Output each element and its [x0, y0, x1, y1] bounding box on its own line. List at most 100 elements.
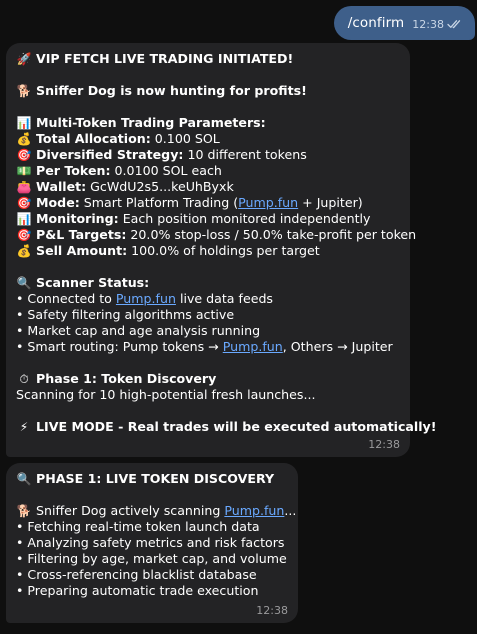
message-line: • Analyzing safety metrics and risk fact…	[16, 535, 288, 551]
message-line: 💰 Total Allocation: 0.100 SOL	[16, 131, 400, 147]
message-line: 🎯 Mode: Smart Platform Trading (Pump.fun …	[16, 195, 400, 211]
incoming-message[interactable]: 🔍 PHASE 1: LIVE TOKEN DISCOVERY 🐕 Sniffer D…	[6, 463, 298, 623]
pump-fun-link[interactable]: Pump.fun	[223, 339, 283, 354]
line-text: ...	[284, 503, 297, 518]
line-text: • Safety filtering algorithms active	[16, 307, 235, 322]
message-line: ⚡ LIVE MODE - Real trades will be execute…	[16, 419, 437, 435]
message-time: 12:38	[256, 604, 288, 617]
line-text: • Smart routing: Pump tokens →	[16, 339, 223, 354]
pump-fun-link[interactable]: Pump.fun	[116, 291, 176, 306]
message-time: 12:38	[368, 438, 400, 451]
rocket-icon: 🚀	[16, 52, 32, 66]
message-line: • Smart routing: Pump tokens → Pump.fun,…	[16, 339, 400, 355]
wallet-icon: 👛	[16, 180, 32, 194]
message-line: • Safety filtering algorithms active	[16, 307, 400, 323]
bold-text: PHASE 1: LIVE TOKEN DISCOVERY	[36, 471, 275, 486]
message-line: • Preparing automatic trade execution	[16, 583, 288, 599]
line-text: 10 different tokens	[183, 147, 307, 162]
bold-text: Total Allocation:	[36, 131, 151, 146]
message-line: 🎯 P&L Targets: 20.0% stop-loss / 50.0% ta…	[16, 227, 417, 243]
message-line: 🎯 Diversified Strategy: 10 different toke…	[16, 147, 400, 163]
message-line: 💵 Per Token: 0.0100 SOL each	[16, 163, 400, 179]
line-text: live data feeds	[175, 291, 273, 306]
bold-text: LIVE MODE - Real trades will be executed…	[36, 419, 437, 434]
message-line: • Market cap and age analysis running	[16, 323, 400, 339]
message-body: 🔍 PHASE 1: LIVE TOKEN DISCOVERY 🐕 Sniffer D…	[16, 471, 297, 599]
message-meta: 12:38	[412, 18, 463, 31]
bold-text: Wallet:	[36, 179, 87, 194]
target-icon: 🎯	[16, 148, 32, 162]
message-line: • Cross-referencing blacklist database	[16, 567, 288, 583]
line-text: • Fetching real-time token launch data	[16, 519, 260, 534]
pump-fun-link[interactable]: Pump.fun	[224, 503, 284, 518]
line-text: Sniffer Dog actively scanning	[36, 503, 225, 518]
line-text: 0.100 SOL	[150, 131, 220, 146]
message-line: 🐕 Sniffer Dog actively scanning Pump.fun.…	[16, 503, 297, 519]
outgoing-message[interactable]: /confirm 12:38	[333, 6, 475, 40]
bold-text: Monitoring:	[36, 211, 119, 226]
line-text: • Preparing automatic trade execution	[16, 583, 259, 598]
outgoing-message-text: /confirm	[347, 15, 405, 31]
magnifier-icon: 🔍	[16, 276, 32, 290]
double-check-icon	[447, 20, 461, 29]
incoming-message[interactable]: 🚀 VIP FETCH LIVE TRADING INITIATED! 🐕 Sniff…	[6, 43, 437, 457]
line-text: + Jupiter)	[298, 195, 363, 210]
target-icon: 🎯	[16, 196, 32, 210]
dog-icon: 🐕	[16, 84, 32, 98]
line-text: 20.0% stop-loss / 50.0% take-profit per …	[126, 227, 417, 242]
bold-text: Multi-Token Trading Parameters:	[36, 115, 266, 130]
message-line: • Fetching real-time token launch data	[16, 519, 288, 535]
bold-text: VIP FETCH LIVE TRADING INITIATED!	[36, 51, 294, 66]
message-line: 👛 Wallet: GcWdU2s5...keUhByxk	[16, 179, 400, 195]
line-text: • Cross-referencing blacklist database	[16, 567, 257, 582]
line-text: • Market cap and age analysis running	[16, 323, 261, 338]
message-line: 📊 Multi-Token Trading Parameters:	[16, 115, 400, 131]
message-line: • Connected to Pump.fun live data feeds	[16, 291, 400, 307]
message-line: 💰 Sell Amount: 100.0% of holdings per tar…	[16, 243, 400, 259]
pump-fun-link[interactable]: Pump.fun	[238, 195, 298, 210]
bold-text: Diversified Strategy:	[36, 147, 184, 162]
line-text: , Others → Jupiter	[282, 339, 393, 354]
money-bag-icon: 💰	[16, 132, 32, 146]
message-line: 🐕 Sniffer Dog is now hunting for profits!	[16, 83, 400, 99]
dog-icon: 🐕	[16, 504, 32, 518]
message-body: 🚀 VIP FETCH LIVE TRADING INITIATED! 🐕 Sniff…	[16, 51, 437, 435]
message-line: 📊 Monitoring: Each position monitored ind…	[16, 211, 400, 227]
message-line: 🔍 PHASE 1: LIVE TOKEN DISCOVERY	[16, 471, 288, 487]
line-text: • Connected to	[16, 291, 116, 306]
message-time: 12:38	[412, 17, 444, 31]
bold-text: Sell Amount:	[36, 243, 128, 258]
message-line: • Filtering by age, market cap, and volu…	[16, 551, 288, 567]
bold-text: Per Token:	[36, 163, 111, 178]
bold-text: Mode:	[36, 195, 80, 210]
bold-text: Phase 1: Token Discovery	[36, 371, 217, 386]
magnifier-icon: 🔍	[16, 472, 32, 486]
line-text: Smart Platform Trading (	[79, 195, 239, 210]
chat-area[interactable]: /confirm 12:38 🚀 VIP FETCH LIVE TRADING I…	[0, 0, 477, 634]
line-text: 0.0100 SOL each	[110, 163, 222, 178]
line-text: Scanning for 10 high-potential fresh lau…	[16, 387, 316, 402]
target-icon: 🎯	[16, 228, 32, 242]
money-bag-icon: 💰	[16, 244, 32, 258]
message-line: ⏱ Phase 1: Token Discovery	[16, 371, 400, 387]
cash-icon: 💵	[16, 164, 32, 178]
bold-text: Scanner Status:	[36, 275, 150, 290]
lightning-icon: ⚡	[19, 420, 29, 434]
chart-icon: 📊	[16, 116, 32, 130]
line-text: Each position monitored independently	[118, 211, 371, 226]
line-text: GcWdU2s5...keUhByxk	[86, 179, 234, 194]
line-text: • Analyzing safety metrics and risk fact…	[16, 535, 285, 550]
bold-text: Sniffer Dog is now hunting for profits!	[36, 83, 307, 98]
bold-text: P&L Targets:	[36, 227, 127, 242]
line-text: • Filtering by age, market cap, and volu…	[16, 551, 287, 566]
message-line: 🚀 VIP FETCH LIVE TRADING INITIATED!	[16, 51, 400, 67]
line-text: 100.0% of holdings per target	[127, 243, 320, 258]
message-line: 🔍 Scanner Status:	[16, 275, 400, 291]
message-line: Scanning for 10 high-potential fresh lau…	[16, 387, 400, 403]
